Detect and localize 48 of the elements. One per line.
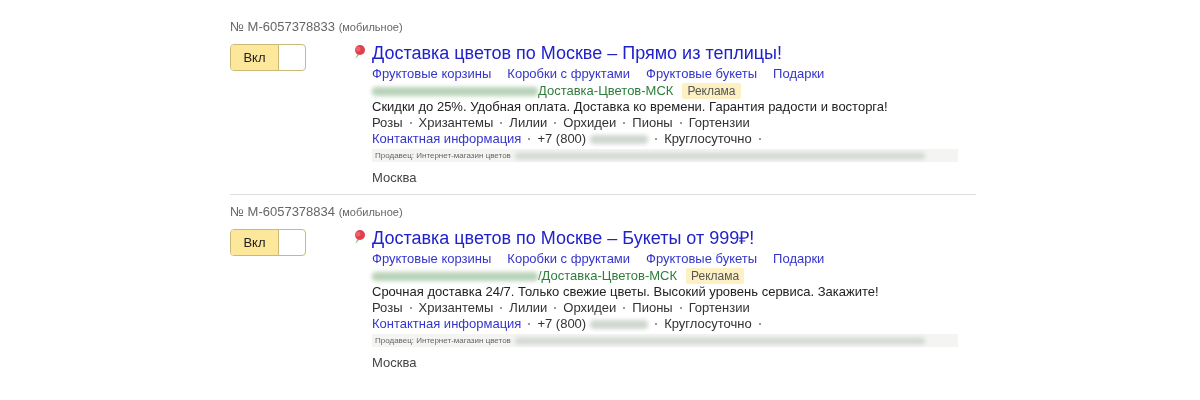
ad-description: Срочная доставка 24/7. Только свежие цветы. Высокий уровень сервиса. Закажите! bbox=[372, 284, 880, 300]
tag-text: Хризантемы bbox=[418, 300, 494, 316]
ad-number: № M-6057378834 bbox=[230, 204, 335, 219]
tag-text: Пионы bbox=[632, 115, 673, 131]
redacted-text bbox=[590, 134, 649, 144]
ad-label: Реклама bbox=[686, 268, 745, 284]
tag-text: Гортензии bbox=[688, 115, 750, 131]
region-text: Москва bbox=[372, 355, 418, 371]
tag-text: Орхидеи bbox=[563, 115, 617, 131]
tag-text: Орхидеи bbox=[563, 300, 617, 316]
device-label: (мобильное) bbox=[338, 206, 403, 218]
redacted-text bbox=[590, 319, 649, 329]
phone-text: +7 (800) bbox=[537, 316, 587, 332]
sitelink[interactable]: Подарки bbox=[773, 251, 825, 266]
tag-text: Розы bbox=[372, 115, 403, 131]
tag-text: Лилии bbox=[509, 300, 548, 316]
toggle-switch[interactable]: Вкл bbox=[230, 229, 306, 256]
contact-link[interactable]: Контактная информация bbox=[372, 131, 522, 147]
hours-text: Круглосуточно bbox=[664, 316, 752, 332]
ad-title-link[interactable]: Доставка цветов по Москве – Прямо из теплицы! bbox=[372, 42, 958, 64]
seller-text: Продавец: Интернет-магазин цветов bbox=[375, 335, 511, 347]
tag-text: Розы bbox=[372, 300, 403, 316]
flower-icon bbox=[352, 44, 368, 60]
sitelink[interactable]: Фруктовые букеты bbox=[646, 251, 758, 266]
ad-title-link[interactable]: Доставка цветов по Москве – Букеты от 999₽! bbox=[372, 227, 958, 249]
tag-text: Лилии bbox=[509, 115, 548, 131]
seller-text: Продавец: Интернет-магазин цветов bbox=[375, 150, 511, 162]
sitelink[interactable]: Фруктовые букеты bbox=[646, 66, 758, 81]
ad-description: Скидки до 25%. Удобная оплата. Доставка ко времени. Гарантия радости и восторга! bbox=[372, 99, 889, 115]
flower-icon bbox=[352, 229, 368, 245]
hours-text: Круглосуточно bbox=[664, 131, 752, 147]
sitelink[interactable]: Коробки с фруктами bbox=[507, 251, 631, 266]
ad-number: № M-6057378833 bbox=[230, 19, 335, 34]
device-label: (мобильное) bbox=[338, 21, 403, 33]
toggle-switch[interactable]: Вкл bbox=[230, 44, 306, 71]
tag-text: Пионы bbox=[632, 300, 673, 316]
sitelink[interactable]: Коробки с фруктами bbox=[507, 66, 631, 81]
ad-label: Реклама bbox=[682, 83, 741, 99]
phone-text: +7 (800) bbox=[537, 131, 587, 147]
contact-link[interactable]: Контактная информация bbox=[372, 316, 522, 332]
tag-text: Хризантемы bbox=[418, 115, 494, 131]
region-text: Москва bbox=[372, 170, 418, 186]
display-path: /Доставка-Цветов-МСК bbox=[538, 268, 677, 284]
display-path: Доставка-Цветов-МСК bbox=[538, 83, 674, 99]
sitelink[interactable]: Фруктовые корзины bbox=[372, 66, 492, 81]
tag-text: Гортензии bbox=[688, 300, 750, 316]
sitelink[interactable]: Подарки bbox=[773, 66, 825, 81]
sitelink[interactable]: Фруктовые корзины bbox=[372, 251, 492, 266]
